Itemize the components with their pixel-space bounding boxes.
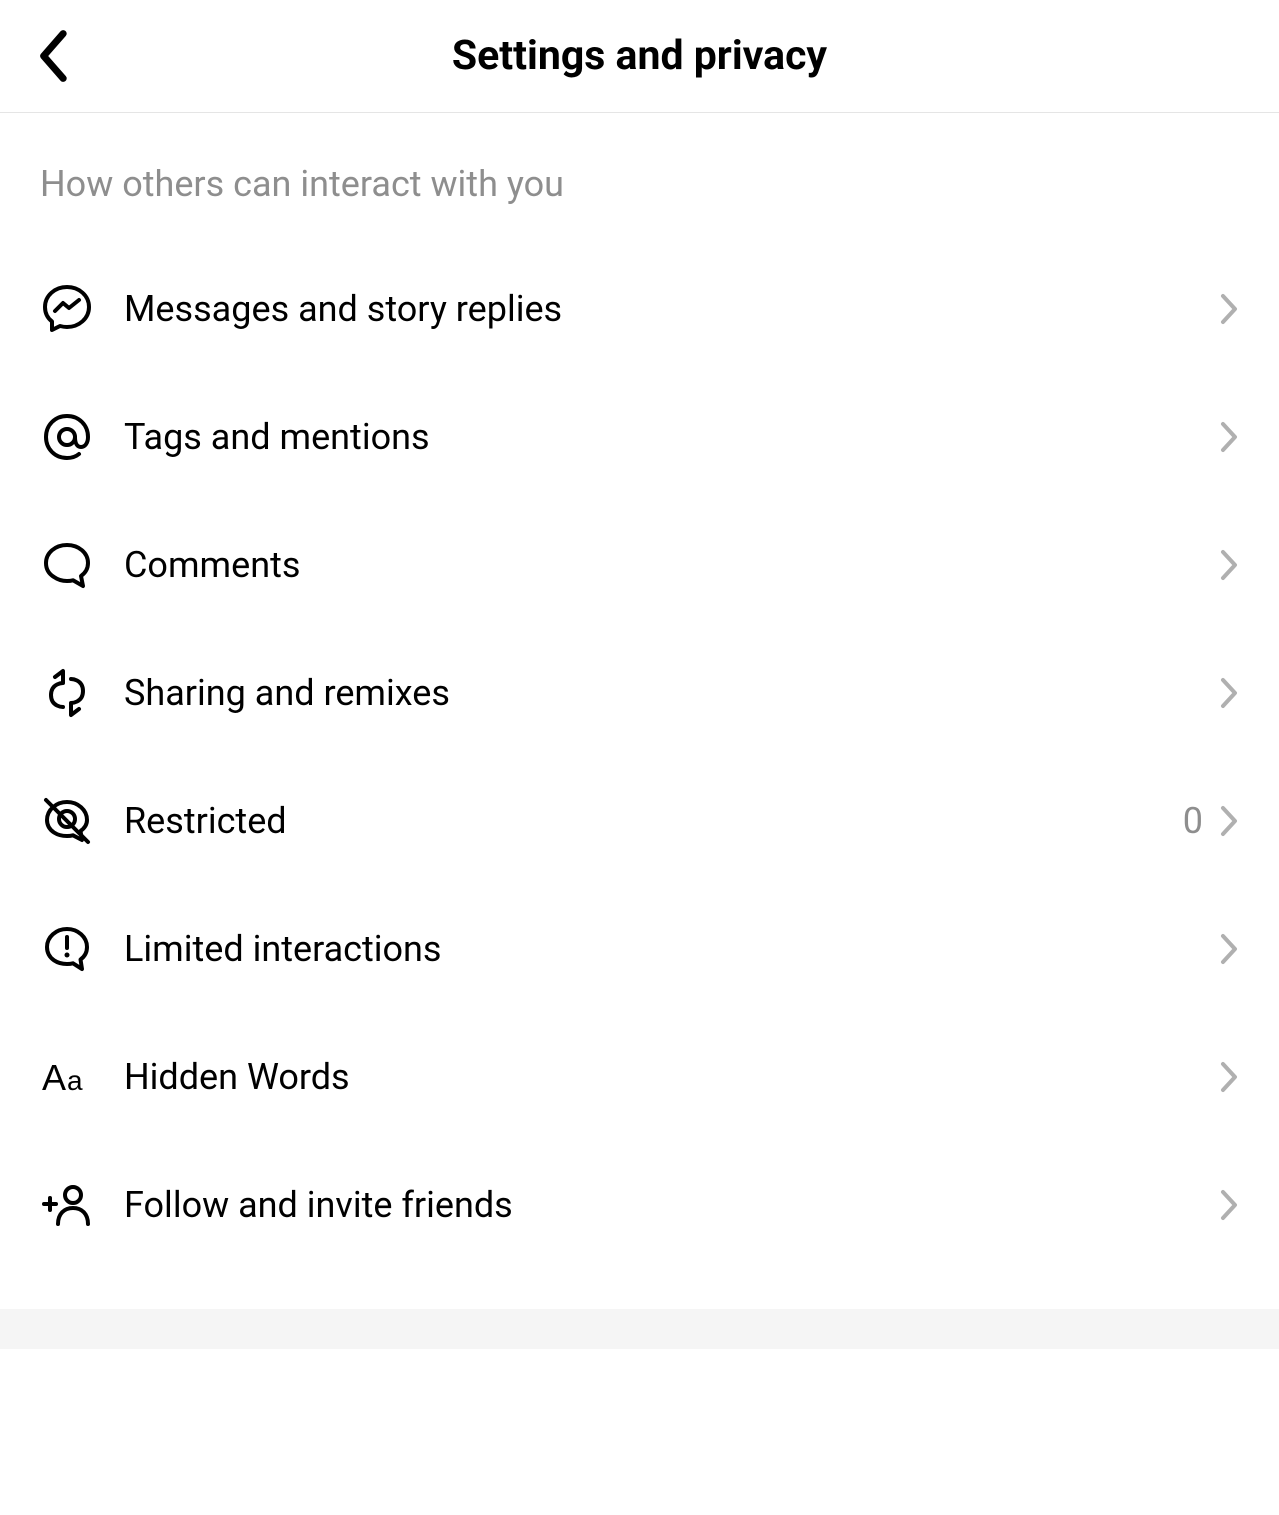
- chevron-left-icon: [34, 28, 70, 84]
- settings-item-restricted[interactable]: Restricted 0: [40, 757, 1239, 885]
- chevron-right-icon: [1219, 1060, 1239, 1094]
- settings-item-messages[interactable]: Messages and story replies: [40, 245, 1239, 373]
- chevron-right-icon: [1219, 676, 1239, 710]
- settings-item-follow[interactable]: Follow and invite friends: [40, 1141, 1239, 1269]
- item-label: Follow and invite friends: [124, 1184, 1219, 1226]
- messenger-icon: [40, 282, 94, 336]
- settings-item-tags[interactable]: Tags and mentions: [40, 373, 1239, 501]
- settings-section: How others can interact with you Message…: [0, 113, 1279, 1269]
- chevron-right-icon: [1219, 1188, 1239, 1222]
- share-icon: [40, 666, 94, 720]
- chevron-right-icon: [1219, 292, 1239, 326]
- aa-icon: A a: [40, 1050, 94, 1104]
- chevron-right-icon: [1219, 932, 1239, 966]
- item-label: Messages and story replies: [124, 288, 1219, 330]
- at-icon: [40, 410, 94, 464]
- header: Settings and privacy: [0, 0, 1279, 113]
- chevron-right-icon: [1219, 548, 1239, 582]
- item-label: Tags and mentions: [124, 416, 1219, 458]
- item-label: Hidden Words: [124, 1056, 1219, 1098]
- settings-item-sharing[interactable]: Sharing and remixes: [40, 629, 1239, 757]
- settings-item-comments[interactable]: Comments: [40, 501, 1239, 629]
- settings-item-limited[interactable]: Limited interactions: [40, 885, 1239, 1013]
- restricted-icon: [40, 794, 94, 848]
- section-header: How others can interact with you: [40, 113, 1239, 245]
- chevron-right-icon: [1219, 804, 1239, 838]
- follow-icon: [40, 1178, 94, 1232]
- limited-icon: [40, 922, 94, 976]
- comment-icon: [40, 538, 94, 592]
- item-value: 0: [1183, 800, 1203, 842]
- page-title: Settings and privacy: [38, 32, 1241, 80]
- svg-text:a: a: [67, 1065, 83, 1096]
- chevron-right-icon: [1219, 420, 1239, 454]
- item-label: Sharing and remixes: [124, 672, 1219, 714]
- item-label: Restricted: [124, 800, 1183, 842]
- back-button[interactable]: [34, 28, 70, 84]
- item-label: Comments: [124, 544, 1219, 586]
- svg-text:A: A: [42, 1057, 66, 1098]
- bottom-spacer: [0, 1309, 1279, 1349]
- item-label: Limited interactions: [124, 928, 1219, 970]
- settings-item-hidden-words[interactable]: A a Hidden Words: [40, 1013, 1239, 1141]
